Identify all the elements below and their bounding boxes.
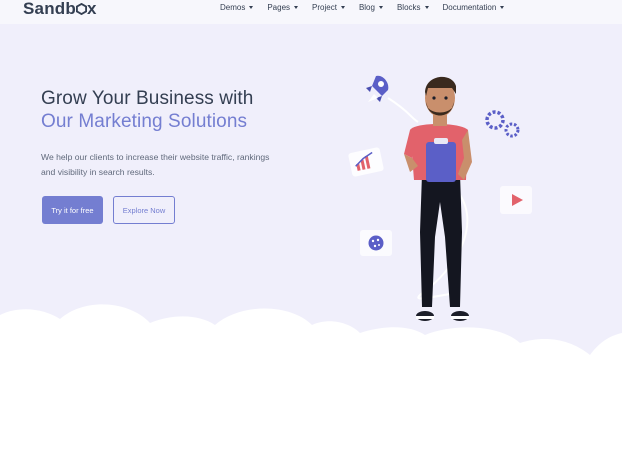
explore-now-button[interactable]: Explore Now [113, 196, 175, 224]
nav-item-pages[interactable]: Pages [267, 3, 299, 12]
brand-name-prefix: Sandb [23, 0, 76, 18]
brand-logo[interactable]: Sandb x [23, 0, 97, 19]
hero-title-line1: Grow Your Business with [41, 88, 254, 109]
chevron-down-icon [378, 6, 383, 9]
play-card-icon [500, 186, 532, 214]
rocket-icon [366, 75, 389, 102]
chevron-down-icon [294, 6, 299, 9]
brand-name-suffix: x [86, 0, 97, 18]
hexagon-logo-icon [75, 3, 87, 15]
cloud-divider [0, 304, 622, 462]
nav-item-documentation[interactable]: Documentation [443, 3, 505, 12]
hero-description: We help our clients to increase their we… [41, 152, 270, 177]
main-nav: Demos Pages Project Blog Blocks Document… [220, 3, 518, 12]
chevron-down-icon [500, 6, 505, 9]
nav-item-project[interactable]: Project [312, 3, 345, 12]
nav-item-blocks[interactable]: Blocks [397, 3, 429, 12]
gears-icon [485, 110, 520, 138]
chevron-down-icon [424, 6, 429, 9]
globe-card-icon [360, 230, 392, 256]
hero-title: Grow Your Business with Our Marketing So… [41, 87, 253, 133]
nav-item-demos[interactable]: Demos [220, 3, 254, 12]
hero-title-line2: Our Marketing Solutions [41, 111, 248, 132]
hero-illustration [348, 75, 532, 321]
try-free-button[interactable]: Try it for free [42, 196, 103, 224]
nav-item-blog[interactable]: Blog [359, 3, 383, 12]
chevron-down-icon [340, 6, 345, 9]
chart-card-icon [348, 147, 384, 177]
chevron-down-icon [249, 6, 254, 9]
navbar: Sandb x Demos Pages Project Blog Blocks D… [0, 0, 622, 24]
